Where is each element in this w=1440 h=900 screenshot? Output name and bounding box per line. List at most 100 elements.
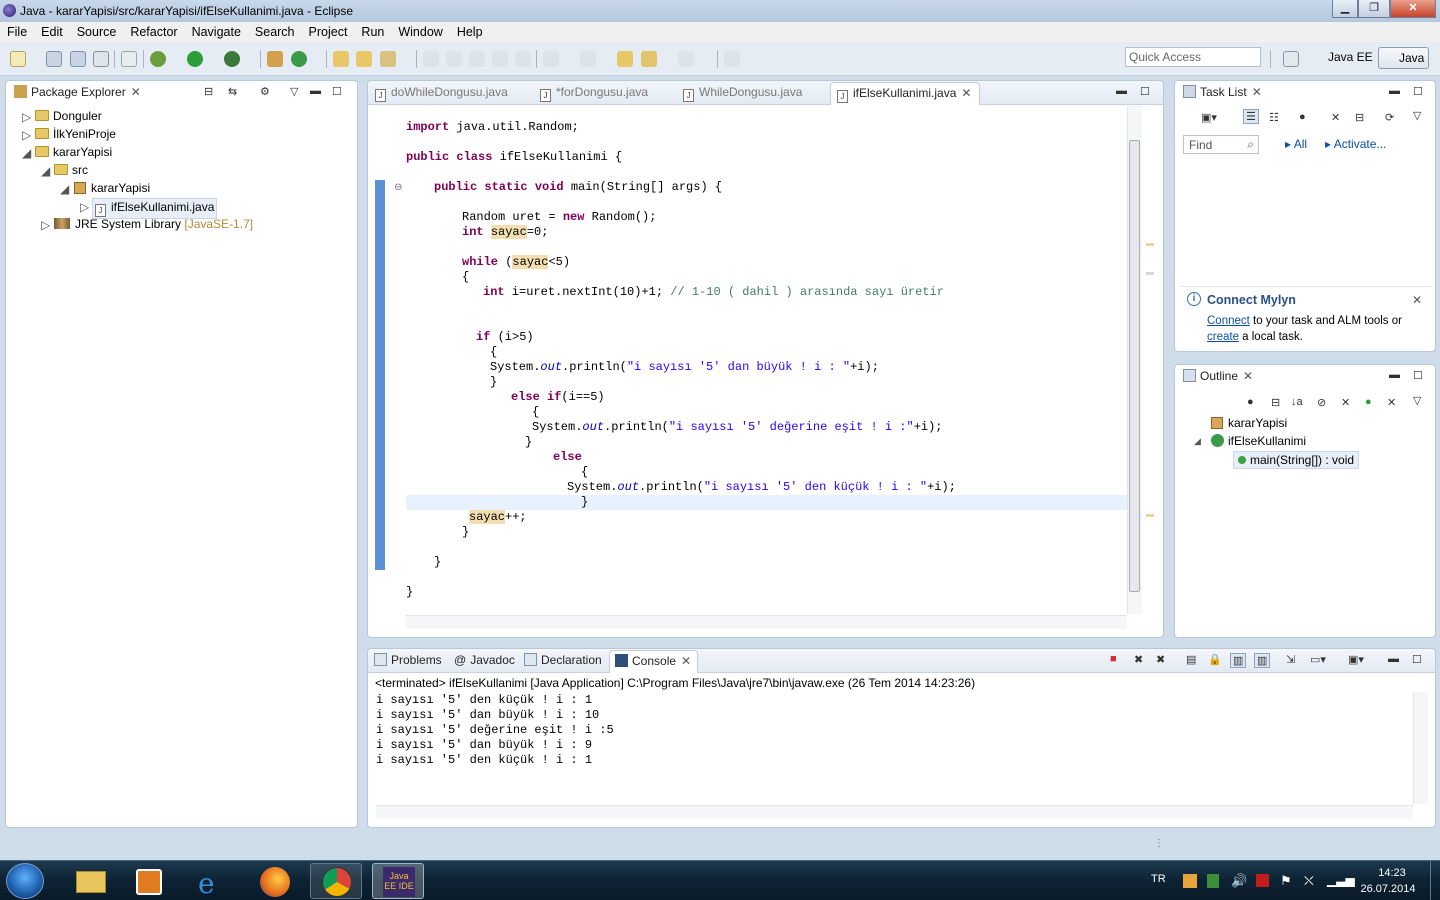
new-icon[interactable] — [10, 51, 26, 67]
open-perspective-icon[interactable] — [1283, 51, 1299, 67]
hide-nonpublic-icon[interactable]: ● — [1365, 396, 1372, 408]
pin-console-icon[interactable]: ⇲ — [1286, 653, 1295, 666]
task-find-input[interactable]: Find ⌕ — [1183, 135, 1259, 154]
maximize-view-icon[interactable]: ☐ — [1413, 369, 1423, 382]
focus-icon[interactable]: ● — [1247, 396, 1254, 408]
menu-refactor[interactable]: Refactor — [123, 22, 184, 39]
scrollbar-thumb[interactable] — [1129, 140, 1140, 592]
new-java-project-icon[interactable] — [267, 51, 283, 67]
outline-item-method[interactable]: main(String[]) : void — [1233, 451, 1360, 469]
close-button[interactable]: ✕ — [1390, 0, 1436, 18]
hide-fields-icon[interactable]: ⊘ — [1317, 396, 1326, 409]
close-icon[interactable]: ✕ — [1243, 369, 1253, 383]
view-menu-icon[interactable]: ⚙ — [260, 85, 270, 98]
collapse-icon[interactable]: ◢ — [60, 182, 69, 196]
language-indicator[interactable]: TR — [1151, 873, 1166, 885]
outline-item-class[interactable]: ifElseKullanimi — [1211, 434, 1306, 448]
tree-item-donguler[interactable]: Donguler — [35, 109, 102, 123]
block-select-icon[interactable] — [492, 51, 508, 67]
menu-navigate[interactable]: Navigate — [185, 22, 248, 39]
skip-breakpoints-icon[interactable] — [121, 51, 137, 67]
editor-vertical-scrollbar[interactable] — [1127, 106, 1142, 614]
minimize-view-icon[interactable]: ▬ — [310, 85, 321, 97]
tray-icon[interactable] — [1183, 874, 1197, 888]
maximize-button[interactable]: ❐ — [1358, 0, 1390, 18]
open-type-icon[interactable] — [333, 51, 349, 67]
toggle-mark-icon[interactable] — [423, 51, 439, 67]
tree-item-java-file[interactable]: JifElseKullanimi.java — [92, 198, 218, 219]
fold-icon[interactable]: ⊖ — [394, 182, 402, 193]
adobe-icon[interactable] — [1256, 874, 1269, 887]
collapse-all-icon[interactable]: ⊟ — [1271, 396, 1280, 409]
tree-item-kararyapisi[interactable]: kararYapisi — [35, 145, 112, 159]
show-stdout-icon[interactable]: ▥ — [1230, 653, 1247, 668]
overview-marker[interactable] — [1146, 243, 1154, 246]
menu-source[interactable]: Source — [70, 22, 124, 39]
connect-link[interactable]: Connect — [1207, 315, 1250, 327]
collapse-icon[interactable]: ◢ — [22, 146, 31, 160]
tab-outline[interactable]: Outline ✕ — [1183, 369, 1253, 383]
categorized-icon[interactable]: ☰ — [1243, 109, 1259, 124]
maximize-view-icon[interactable]: ☐ — [1412, 653, 1422, 666]
expand-icon[interactable]: ▷ — [22, 110, 31, 124]
tab-fordongusu[interactable]: J *forDongusu.java — [540, 85, 648, 102]
signal-icon[interactable]: ▁▃▅ — [1327, 873, 1355, 887]
taskbar-chrome[interactable] — [310, 863, 362, 899]
save-icon[interactable] — [46, 51, 62, 67]
tab-ifelsekullanimi[interactable]: JifElseKullanimi.java ✕ — [830, 82, 980, 105]
hide-static-icon[interactable]: ✕ — [1341, 396, 1350, 409]
overview-marker[interactable] — [1146, 514, 1154, 517]
tree-item-ilkyeniproje[interactable]: İlkYeniProje — [35, 127, 116, 141]
expand-icon[interactable]: ▷ — [41, 218, 50, 232]
console-horizontal-scrollbar[interactable] — [376, 805, 1413, 819]
annotation-icon[interactable] — [446, 51, 462, 67]
run-icon[interactable] — [187, 51, 203, 67]
tray-icon[interactable] — [1207, 874, 1219, 888]
menu-edit[interactable]: Edit — [34, 22, 70, 39]
taskbar-explorer[interactable] — [64, 863, 116, 899]
minimize-view-icon[interactable]: ▬ — [1389, 369, 1400, 381]
close-icon[interactable]: ✕ — [131, 85, 141, 99]
search-icon[interactable] — [380, 51, 396, 67]
pin-editor-icon[interactable] — [724, 51, 740, 67]
menu-search[interactable]: Search — [248, 22, 302, 39]
new-class-icon[interactable] — [291, 51, 307, 67]
scroll-lock-icon[interactable]: 🔒 — [1208, 653, 1222, 666]
outline-item-package[interactable]: kararYapisi — [1211, 416, 1287, 430]
forward-icon[interactable] — [678, 51, 694, 67]
hide-completed-icon[interactable]: ✕ — [1331, 111, 1340, 124]
tree-item-src[interactable]: src — [54, 163, 88, 177]
close-icon[interactable]: ✕ — [1252, 85, 1262, 99]
chevron-down-icon[interactable]: ▽ — [1413, 109, 1421, 122]
tree-item-jre[interactable]: JRE System Library [JavaSE-1.7] — [54, 217, 253, 231]
tab-declaration[interactable]: Declaration — [524, 653, 602, 667]
editor-horizontal-scrollbar[interactable] — [406, 615, 1127, 629]
tab-whiledongusu[interactable]: J WhileDongusu.java — [683, 85, 802, 102]
console-vertical-scrollbar[interactable] — [1413, 692, 1428, 804]
collapse-all-icon[interactable]: ⊟ — [204, 85, 213, 98]
run-external-icon[interactable] — [224, 51, 240, 67]
save-all-icon[interactable] — [70, 51, 86, 67]
perspective-java[interactable]: Java — [1378, 47, 1430, 69]
clear-console-icon[interactable]: ▤ — [1186, 653, 1196, 666]
collapse-all-icon[interactable]: ⊟ — [1355, 111, 1364, 124]
sync-icon[interactable]: ⟳ — [1385, 111, 1394, 124]
taskbar-media-player[interactable] — [124, 863, 176, 899]
create-link[interactable]: create — [1207, 331, 1239, 343]
debug-icon[interactable] — [150, 51, 166, 67]
filter-all-link[interactable]: ▸ All — [1285, 137, 1307, 151]
minimize-button[interactable]: ▁ — [1332, 0, 1358, 18]
focus-icon[interactable]: ● — [1299, 111, 1306, 123]
close-icon[interactable]: ✕ — [1412, 293, 1422, 307]
taskbar-firefox[interactable] — [248, 863, 300, 899]
collapse-icon[interactable]: ◢ — [1194, 436, 1201, 447]
flag-icon[interactable]: ⚑ — [1280, 873, 1292, 889]
last-edit-icon[interactable] — [617, 51, 633, 67]
clock-time[interactable]: 14:23 — [1372, 867, 1412, 879]
hide-local-types-icon[interactable]: ✕ — [1387, 396, 1396, 409]
tab-javadoc[interactable]: @ Javadoc — [454, 653, 515, 667]
menu-run[interactable]: Run — [354, 22, 391, 39]
close-icon[interactable]: ✕ — [961, 86, 971, 100]
close-icon[interactable]: ✕ — [681, 654, 691, 668]
open-console-icon[interactable]: ▣▾ — [1348, 653, 1364, 666]
